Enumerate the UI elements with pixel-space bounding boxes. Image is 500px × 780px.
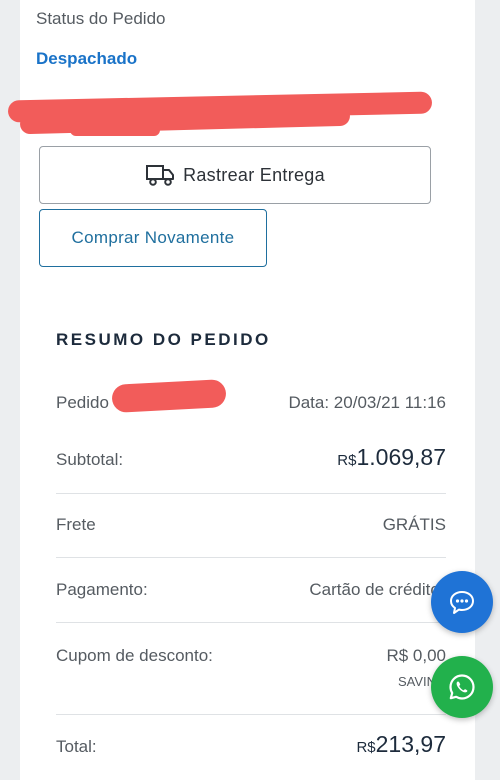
- order-status-value: Despachado: [36, 49, 138, 68]
- shipping-label: Frete: [56, 515, 96, 534]
- whatsapp-icon: [449, 674, 475, 700]
- buy-again-button[interactable]: Comprar Novamente: [39, 209, 267, 267]
- track-delivery-label: Rastrear Entrega: [183, 164, 325, 185]
- total-currency: R$: [356, 739, 376, 756]
- divider: [56, 622, 446, 623]
- divider: [56, 714, 446, 715]
- order-date: Data: 20/03/21 11:16: [288, 393, 446, 412]
- subtotal-value: 1.069,87: [356, 444, 446, 470]
- coupon-value: R$ 0,00: [386, 646, 446, 665]
- chat-button[interactable]: [431, 571, 493, 633]
- divider: [56, 493, 446, 494]
- chat-icon: [450, 591, 474, 614]
- order-number-label: Pedido: [56, 393, 109, 412]
- total-label: Total:: [56, 737, 97, 756]
- shipping-value: GRÁTIS: [382, 515, 446, 534]
- subtotal-currency: R$: [337, 452, 357, 469]
- order-summary-title: RESUMO DO PEDIDO: [56, 330, 271, 349]
- order-status-label: Status do Pedido: [36, 9, 166, 28]
- track-delivery-button[interactable]: Rastrear Entrega: [39, 146, 431, 204]
- subtotal-label: Subtotal:: [56, 450, 124, 469]
- total-value: 213,97: [375, 731, 446, 757]
- subtotal-amount: R$1.069,87: [337, 444, 446, 471]
- truck-icon: [146, 165, 175, 186]
- redaction-mark: [111, 379, 227, 413]
- payment-label: Pagamento:: [56, 580, 148, 599]
- redaction-mark: [70, 124, 160, 136]
- coupon-label: Cupom de desconto:: [56, 646, 213, 665]
- divider: [56, 557, 446, 558]
- total-amount: R$213,97: [356, 731, 446, 758]
- whatsapp-button[interactable]: [431, 656, 493, 718]
